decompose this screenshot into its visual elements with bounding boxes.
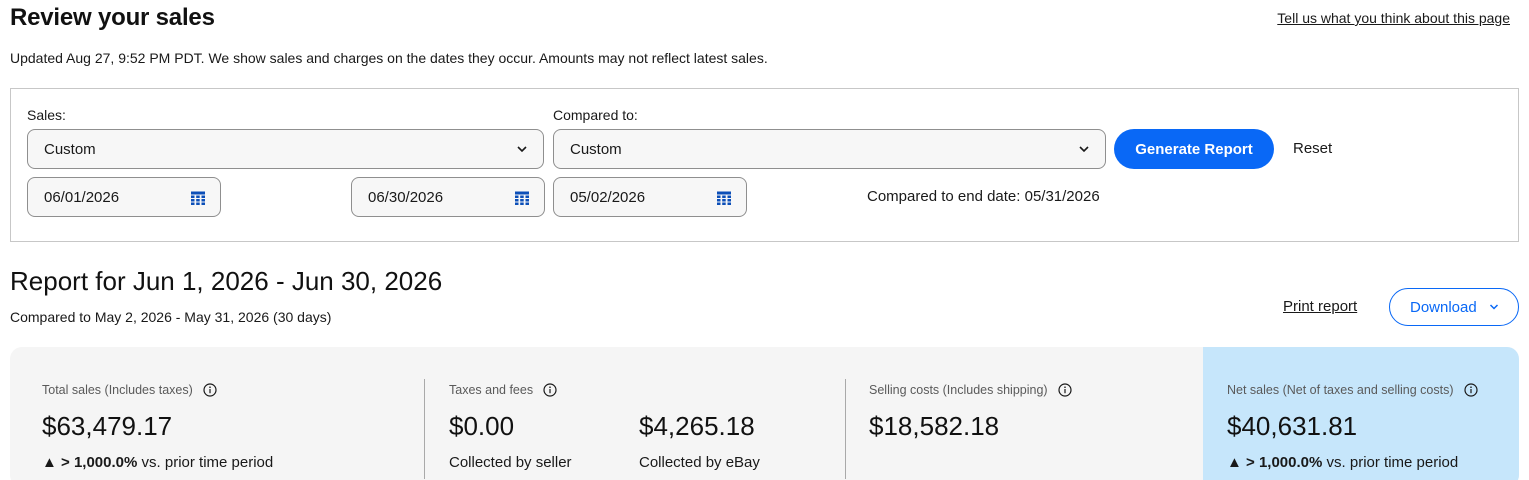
net-sales-change-suffix: vs. prior time period bbox=[1326, 454, 1459, 471]
divider bbox=[845, 379, 846, 479]
total-sales-label: Total sales (Includes taxes) bbox=[42, 383, 217, 397]
divider bbox=[424, 379, 425, 479]
net-sales-label: Net sales (Net of taxes and selling cost… bbox=[1227, 383, 1478, 397]
compared-start-date-input[interactable]: 05/02/2026 bbox=[553, 177, 747, 217]
compared-label: Compared to: bbox=[553, 107, 638, 123]
sales-period-value: Custom bbox=[44, 140, 96, 158]
taxes-ebay-value: $4,265.18 bbox=[639, 411, 755, 441]
calendar-icon[interactable] bbox=[514, 191, 530, 205]
chevron-down-icon bbox=[517, 146, 527, 153]
net-sales-value: $40,631.81 bbox=[1227, 411, 1358, 441]
sales-period-select[interactable]: Custom bbox=[27, 129, 544, 169]
info-icon[interactable] bbox=[1463, 383, 1478, 397]
print-report-link[interactable]: Print report bbox=[1283, 298, 1357, 315]
filter-panel: Sales: Custom Compared to: Custom Genera… bbox=[10, 88, 1519, 242]
calendar-icon[interactable] bbox=[190, 191, 206, 205]
info-icon[interactable] bbox=[1057, 383, 1072, 397]
chevron-down-icon bbox=[1079, 146, 1089, 153]
taxes-seller-value: $0.00 bbox=[449, 411, 515, 441]
compared-end-date-text: Compared to end date: 05/31/2026 bbox=[867, 188, 1100, 205]
report-title: Report for Jun 1, 2026 - Jun 30, 2026 bbox=[10, 266, 443, 296]
calendar-icon[interactable] bbox=[716, 191, 732, 205]
total-sales-value: $63,479.17 bbox=[42, 411, 173, 441]
selling-costs-value: $18,582.18 bbox=[869, 411, 1000, 441]
info-icon[interactable] bbox=[543, 383, 557, 397]
compared-period-value: Custom bbox=[570, 140, 622, 158]
selling-costs-label-text: Selling costs (Includes shipping) bbox=[869, 383, 1048, 397]
sales-end-date-value: 06/30/2026 bbox=[368, 188, 444, 206]
updated-text: Updated Aug 27, 9:52 PM PDT. We show sal… bbox=[10, 50, 768, 66]
total-sales-change-suffix: vs. prior time period bbox=[141, 454, 274, 471]
page-title: Review your sales bbox=[10, 4, 215, 31]
total-sales-label-text: Total sales (Includes taxes) bbox=[42, 383, 193, 397]
taxes-fees-label: Taxes and fees bbox=[449, 383, 557, 397]
download-button[interactable]: Download bbox=[1389, 288, 1519, 326]
download-label: Download bbox=[1410, 298, 1477, 316]
up-arrow-icon: ▲ bbox=[42, 454, 57, 471]
reset-button[interactable]: Reset bbox=[1293, 140, 1332, 157]
taxes-ebay-caption: Collected by eBay bbox=[639, 454, 760, 471]
taxes-fees-label-text: Taxes and fees bbox=[449, 383, 534, 397]
info-icon[interactable] bbox=[203, 383, 217, 397]
sales-end-date-input[interactable]: 06/30/2026 bbox=[351, 177, 545, 217]
total-sales-change-value: > 1,000.0% bbox=[61, 454, 138, 471]
up-arrow-icon: ▲ bbox=[1227, 454, 1242, 471]
feedback-link[interactable]: Tell us what you think about this page bbox=[1277, 10, 1510, 26]
taxes-seller-caption: Collected by seller bbox=[449, 454, 572, 471]
generate-report-button[interactable]: Generate Report bbox=[1114, 129, 1274, 169]
total-sales-change: ▲ > 1,000.0% vs. prior time period bbox=[42, 454, 273, 471]
selling-costs-label: Selling costs (Includes shipping) bbox=[869, 383, 1072, 397]
report-comparison-text: Compared to May 2, 2026 - May 31, 2026 (… bbox=[10, 309, 332, 325]
net-sales-change: ▲ > 1,000.0% vs. prior time period bbox=[1227, 454, 1458, 471]
sales-start-date-value: 06/01/2026 bbox=[44, 188, 120, 206]
compared-start-date-value: 05/02/2026 bbox=[570, 188, 646, 206]
compared-period-select[interactable]: Custom bbox=[553, 129, 1106, 169]
sales-label: Sales: bbox=[27, 107, 66, 123]
chevron-down-icon bbox=[1489, 304, 1499, 310]
net-sales-change-value: > 1,000.0% bbox=[1246, 454, 1323, 471]
sales-start-date-input[interactable]: 06/01/2026 bbox=[27, 177, 221, 217]
sales-summary-panel: Total sales (Includes taxes) $63,479.17 … bbox=[10, 347, 1519, 480]
net-sales-label-text: Net sales (Net of taxes and selling cost… bbox=[1227, 383, 1454, 397]
